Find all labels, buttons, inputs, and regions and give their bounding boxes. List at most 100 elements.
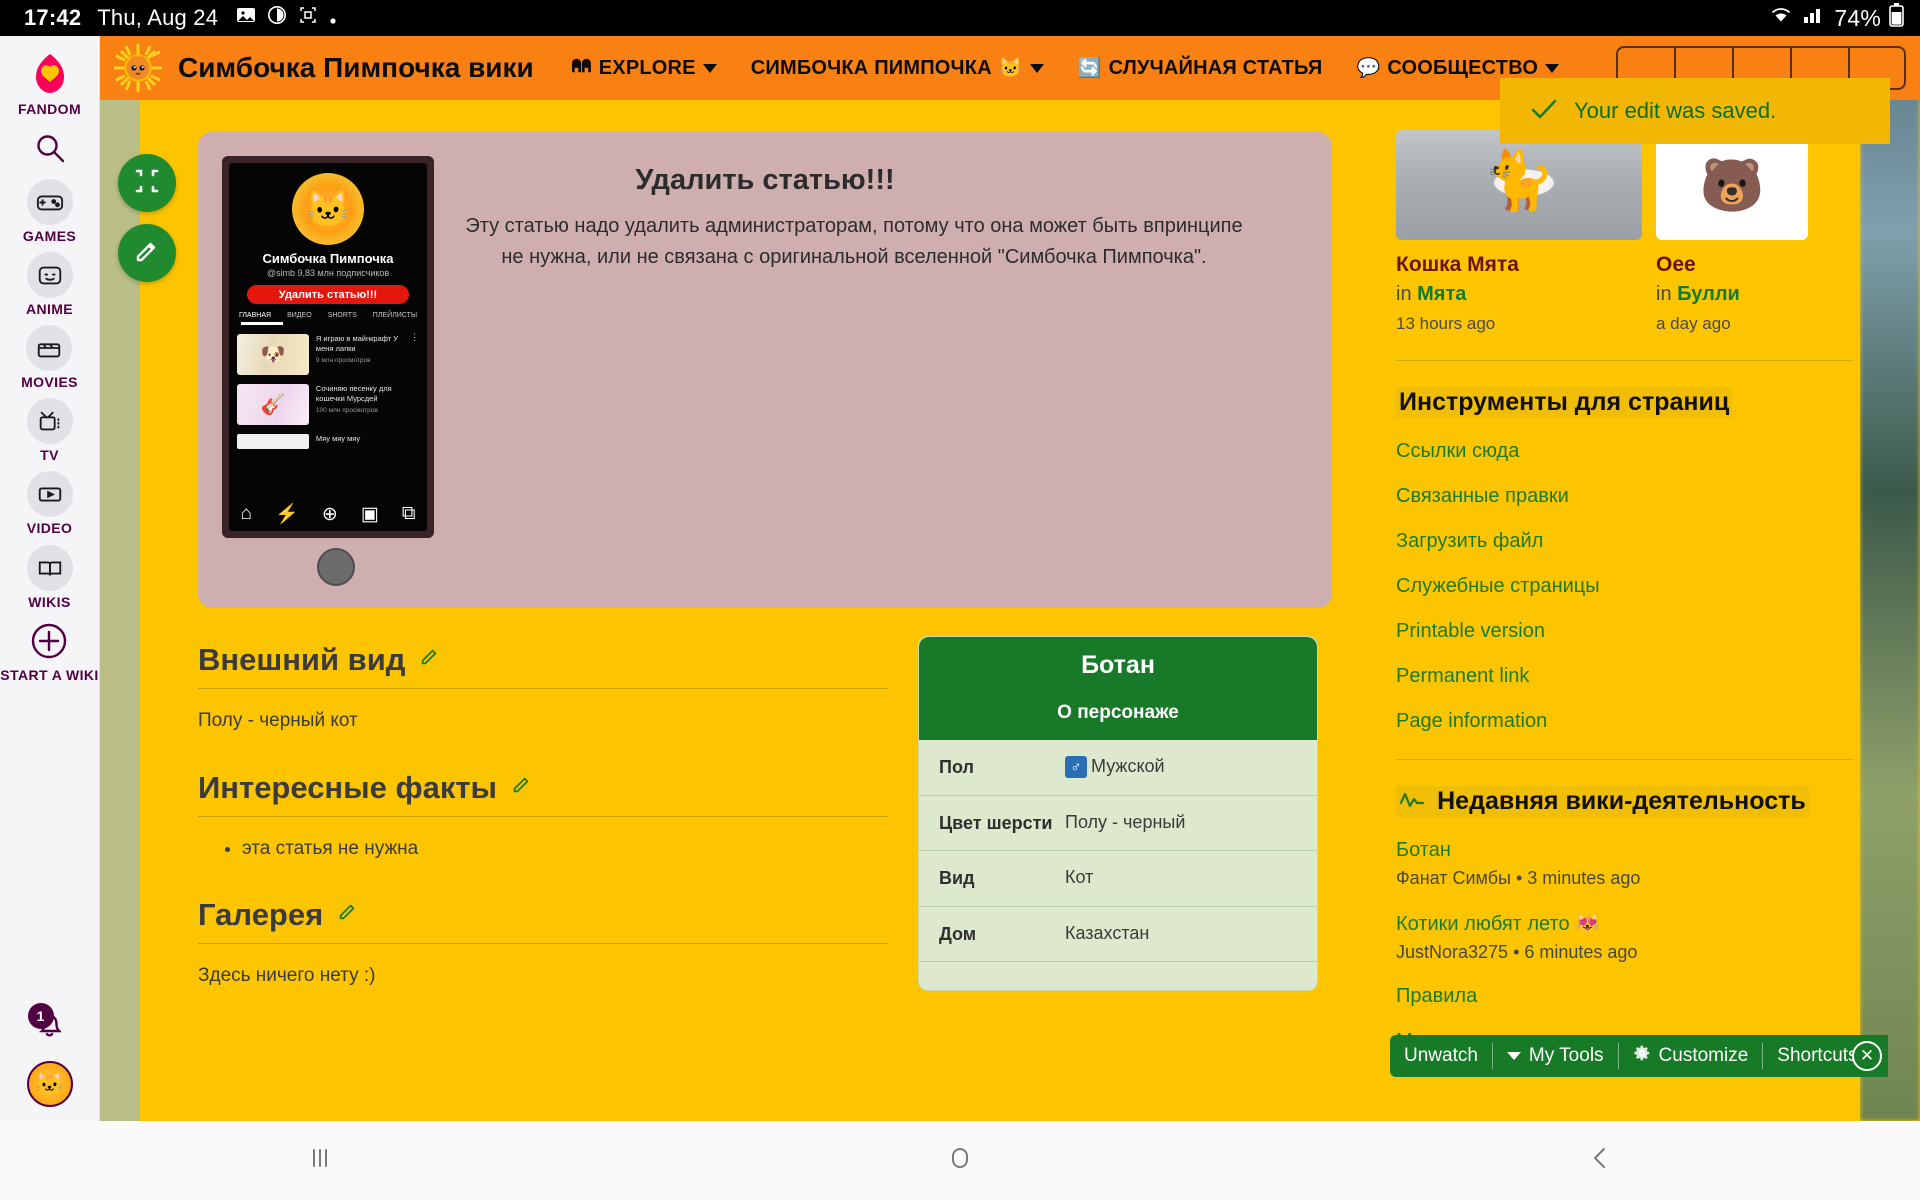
phone-tab-playlists: ПЛЕЙЛИСТЫ <box>372 312 418 319</box>
recents-icon[interactable] <box>303 1141 337 1181</box>
activity-title[interactable]: Котики любят лето 😻 <box>1396 911 1860 936</box>
home-icon[interactable] <box>943 1141 977 1181</box>
screenshot-icon <box>298 5 318 31</box>
post-title[interactable]: Оее <box>1656 253 1808 277</box>
close-icon[interactable]: ✕ <box>1852 1041 1882 1071</box>
activity-title[interactable]: Правила <box>1396 985 1860 1008</box>
edit-page-button[interactable] <box>118 224 176 282</box>
battery-icon <box>1889 3 1904 33</box>
caret-down-icon <box>1506 1045 1521 1067</box>
toast-message: Your edit was saved. <box>1574 98 1777 123</box>
shorts-icon: ⚡ <box>275 504 299 525</box>
back-icon[interactable] <box>1583 1141 1617 1181</box>
collapse-icon <box>134 168 160 199</box>
rail-divider <box>1396 759 1854 760</box>
phone-video-title: Сочиняю песенку для кошечки Мурсдей <box>315 384 392 404</box>
section-edit-pencil-icon[interactable] <box>419 647 439 673</box>
section-edit-pencil-icon[interactable] <box>511 775 531 801</box>
section-body-gallery: Здесь ничего нету :) <box>198 965 376 986</box>
post-title[interactable]: Кошка Мята <box>1396 253 1642 277</box>
recent-activity-heading: Недавняя вики-деятельность <box>1396 786 1809 817</box>
phone-tab-shorts: SHORTS <box>327 312 357 319</box>
article-content: 🐱 Симбочка Пимпочка @simb 9,83 млн подпи… <box>140 100 1390 1121</box>
customize-button[interactable]: Customize <box>1619 1035 1763 1077</box>
nav-simbochka-pimpochka[interactable]: СИМБОЧКА ПИМПОЧКА 🐱 <box>751 56 1044 80</box>
page-tool-link-page-information[interactable]: Page information <box>1396 710 1860 733</box>
phone-screenshot-image: 🐱 Симбочка Пимпочка @simb 9,83 млн подпи… <box>222 156 434 538</box>
section-edit-pencil-icon[interactable] <box>337 902 357 928</box>
section-body-facts: эта статья не нужна <box>198 835 888 864</box>
infobox-value-text: Мужской <box>1091 756 1165 776</box>
activity-item[interactable]: Котики любят лето 😻 JustNora3275 • 6 min… <box>1396 911 1860 963</box>
collapse-sidebar-button[interactable] <box>118 154 176 212</box>
post-timestamp: a day ago <box>1656 314 1731 333</box>
add-icon: ⊕ <box>321 503 338 525</box>
activity-item[interactable]: Правила <box>1396 985 1860 1008</box>
section-title: Интересные факты <box>198 769 498 805</box>
nav-community[interactable]: 💬 СООБЩЕСТВО <box>1356 56 1560 80</box>
notifications-button[interactable]: 1 <box>27 1003 72 1047</box>
cat-photo-icon: 🐈 <box>1482 147 1556 213</box>
chevron-down-icon <box>702 63 717 73</box>
post-wiki-name[interactable]: Булли <box>1677 283 1740 305</box>
page-tool-link-upload-file[interactable]: Загрузить файл <box>1396 530 1860 553</box>
edit-pencil-icon <box>134 238 160 269</box>
global-search-button[interactable] <box>27 125 73 171</box>
phone-subscribe-button: Удалить статью!!! <box>246 285 410 304</box>
dot-icon <box>329 5 337 31</box>
nav-random-article[interactable]: 🔄 СЛУЧАЙНАЯ СТАТЬЯ <box>1078 56 1323 80</box>
phone-video-thumbnail: 🎸 <box>236 384 309 425</box>
section-heading-gallery: Галерея <box>198 897 888 944</box>
recent-post-card[interactable]: 🐻 Оее in Булли a day ago <box>1656 130 1808 334</box>
search-icon <box>27 125 73 171</box>
unwatch-button[interactable]: Unwatch <box>1390 1035 1492 1077</box>
page-tools-heading: Инструменты для страниц <box>1396 387 1733 418</box>
image-icon <box>236 5 256 31</box>
phone-tab-main: ГЛАВНАЯ <box>238 312 272 319</box>
phone-tab-video: ВИДЕО <box>287 312 312 319</box>
sidebar-item-games[interactable]: GAMES <box>23 179 76 244</box>
list-item: эта статья не нужна <box>242 835 888 864</box>
open-book-icon <box>26 544 73 591</box>
phone-channel-name: Симбочка Пимпочка <box>262 251 394 266</box>
phone-tabs: ГЛАВНАЯ ВИДЕО SHORTS ПЛЕЙЛИСТЫ <box>235 312 421 319</box>
infobox-title: Ботан <box>919 637 1317 694</box>
page-tool-link-related-changes[interactable]: Связанные правки <box>1396 485 1860 508</box>
phone-screen: 🐱 Симбочка Пимпочка @simb 9,83 млн подпи… <box>229 163 427 531</box>
sidebar-item-movies[interactable]: MOVIES <box>21 325 78 390</box>
fandom-home-link[interactable]: FANDOM <box>18 52 81 117</box>
sidebar-item-tv[interactable]: TV <box>26 398 73 463</box>
wiki-right-rail: 🐈 Кошка Мята in Мята 13 hours ago 🐻 Оее … <box>1390 100 1860 1121</box>
post-wiki-name[interactable]: Мята <box>1417 283 1466 305</box>
start-a-wiki-button[interactable]: START A WIKI <box>0 618 98 683</box>
sidebar-item-wikis[interactable]: WIKIS <box>26 544 73 610</box>
wiki-title[interactable]: Симбочка Пимпочка вики <box>178 52 534 84</box>
phone-video-views: 9 млн просмотров <box>315 357 371 365</box>
sidebar-item-anime[interactable]: ANIME <box>26 252 73 317</box>
my-tools-button[interactable]: My Tools <box>1493 1035 1618 1077</box>
recent-post-card[interactable]: 🐈 Кошка Мята in Мята 13 hours ago <box>1396 130 1642 334</box>
global-rail-bottom: 1 🐱 <box>26 1003 73 1121</box>
plus-circle-icon <box>26 618 72 664</box>
page-tool-link-permanent-link[interactable]: Permanent link <box>1396 665 1860 688</box>
sidebar-label-wikis: WIKIS <box>28 593 71 610</box>
avatar[interactable]: 🐱 <box>26 1061 73 1107</box>
video-player-icon <box>26 471 73 518</box>
nav-random-article-label: СЛУЧАЙНАЯ СТАТЬЯ <box>1108 56 1323 79</box>
phone-video-meta: Сочиняю песенку для кошечки Мурсдей 100 … <box>316 384 419 414</box>
sidebar-label-anime: ANIME <box>25 301 74 318</box>
page-tool-link-special-pages[interactable]: Служебные страницы <box>1396 575 1860 598</box>
character-infobox: Ботан О персонаже Пол ♂ Мужской Цвет шер… <box>918 636 1318 991</box>
phone-video-views: 100 млн просмотров <box>315 407 378 415</box>
sidebar-item-video[interactable]: VIDEO <box>26 471 73 536</box>
wiki-logo-icon[interactable] <box>112 42 164 94</box>
phone-video-menu-icon: ⋮ <box>410 332 420 342</box>
page-tool-link-printable-version[interactable]: Printable version <box>1396 620 1860 643</box>
subscriptions-icon: ▣ <box>360 503 379 525</box>
activity-title[interactable]: Ботан <box>1396 839 1860 862</box>
android-navigation-bar <box>0 1121 1920 1200</box>
nav-explore[interactable]: EXPLORE <box>570 56 717 80</box>
activity-item[interactable]: Ботан Фанат Симбы • 3 minutes ago <box>1396 839 1860 889</box>
page-tool-link-what-links-here[interactable]: Ссылки сюда <box>1396 440 1860 463</box>
speech-emoji-icon: 💬 <box>1356 58 1381 79</box>
